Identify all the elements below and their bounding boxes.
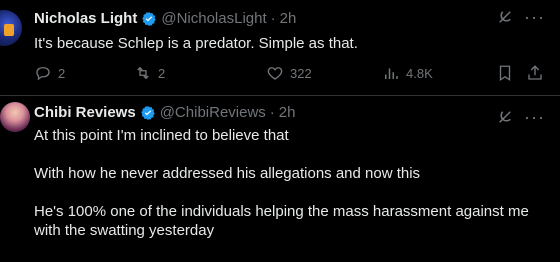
grok-icon[interactable] bbox=[496, 8, 514, 26]
like-count: 322 bbox=[290, 65, 312, 81]
retweet-count: 2 bbox=[158, 65, 166, 81]
tweet-text: At this point I'm inclined to believe th… bbox=[34, 127, 529, 239]
bookmark-button[interactable] bbox=[496, 64, 514, 82]
more-icon[interactable]: ··· bbox=[524, 108, 545, 126]
reply-icon bbox=[36, 67, 50, 81]
tweet-chibi-reviews[interactable]: Chibi Reviews @ChibiReviews · 2h ··· At … bbox=[0, 96, 560, 262]
like-button[interactable]: 322 bbox=[266, 64, 312, 82]
views-count: 4.8K bbox=[406, 65, 433, 81]
action-bar: 2 2 322 4.8K bbox=[34, 64, 554, 84]
reply-button[interactable]: 2 bbox=[34, 64, 65, 82]
retweet-icon bbox=[137, 66, 149, 80]
avatar[interactable] bbox=[0, 10, 22, 46]
timestamp[interactable]: 2h bbox=[280, 10, 297, 27]
separator: · bbox=[270, 10, 276, 27]
tweet-header: Nicholas Light @NicholasLight · 2h bbox=[34, 10, 296, 27]
tweet-header: Chibi Reviews @ChibiReviews · 2h bbox=[34, 104, 295, 121]
share-icon bbox=[528, 65, 542, 80]
views-icon bbox=[385, 68, 398, 79]
author-handle[interactable]: @NicholasLight bbox=[161, 10, 266, 27]
tweet-tools: ··· bbox=[496, 108, 545, 126]
verified-badge-icon bbox=[142, 11, 157, 26]
views-button[interactable]: 4.8K bbox=[382, 64, 433, 82]
retweet-button[interactable]: 2 bbox=[134, 64, 165, 82]
tweet-text: It's because Schlep is a predator. Simpl… bbox=[34, 35, 358, 52]
separator: · bbox=[269, 104, 275, 121]
author-name[interactable]: Chibi Reviews bbox=[34, 104, 136, 121]
author-name[interactable]: Nicholas Light bbox=[34, 10, 137, 27]
share-button[interactable] bbox=[526, 64, 544, 82]
avatar[interactable] bbox=[0, 102, 30, 132]
grok-icon[interactable] bbox=[496, 108, 514, 126]
author-handle[interactable]: @ChibiReviews bbox=[160, 104, 266, 121]
tweet-tools: ··· bbox=[496, 8, 545, 26]
bookmark-icon bbox=[499, 65, 511, 82]
heart-icon bbox=[267, 67, 283, 80]
verified-badge-icon bbox=[140, 105, 155, 120]
tweet-nicholas-light[interactable]: Nicholas Light @NicholasLight · 2h ··· I… bbox=[0, 0, 560, 96]
reply-count: 2 bbox=[58, 65, 66, 81]
timestamp[interactable]: 2h bbox=[279, 104, 296, 121]
more-icon[interactable]: ··· bbox=[524, 8, 545, 26]
